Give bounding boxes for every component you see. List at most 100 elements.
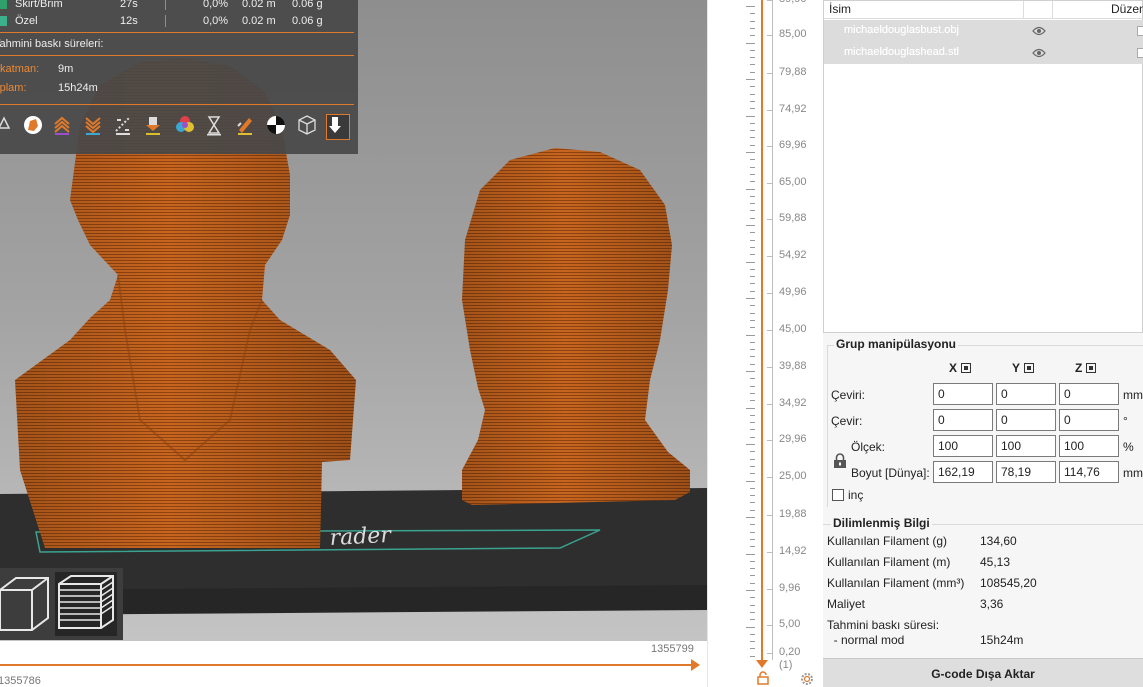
tick-label: 49,96	[779, 286, 807, 298]
layer-ruler	[772, 0, 773, 660]
tick-label: 0,20	[779, 646, 801, 658]
retractions-icon[interactable]	[143, 114, 167, 140]
tick-label: 39,88	[779, 360, 807, 372]
head-model[interactable]	[462, 148, 690, 505]
scale-unit: %	[1123, 440, 1134, 454]
layer-tick-mark	[750, 27, 755, 29]
layer-tick-mark	[746, 298, 755, 299]
layers-view-icon[interactable]	[55, 572, 117, 636]
layer-tick-mark	[750, 568, 755, 570]
rotation-x-input[interactable]	[933, 409, 993, 431]
custom-gcode-icon[interactable]	[235, 114, 259, 140]
tick-mark	[767, 293, 772, 294]
layer-tick-mark	[750, 422, 755, 424]
size-x-input[interactable]	[933, 461, 993, 483]
scale-x-input[interactable]	[933, 435, 993, 457]
layer-tick-mark	[750, 560, 755, 562]
tick-mark	[767, 477, 772, 478]
layer-slider-thumb-icon[interactable]	[756, 660, 768, 668]
legend-feature-name: Özel	[15, 15, 38, 27]
legend-separator	[165, 15, 166, 27]
svg-text:rader: rader	[329, 523, 393, 551]
pause-icon[interactable]	[204, 114, 228, 140]
layer-tick-mark	[750, 13, 755, 15]
layer-tick-mark	[750, 283, 755, 285]
scale-y-input[interactable]	[996, 435, 1056, 457]
rotation-z-input[interactable]	[1059, 409, 1119, 431]
rotation-y-input[interactable]	[996, 409, 1056, 431]
legend-panel: Skirt/Brim 27s 0,0% 0.02 m 0.06 g Özel 1…	[0, 0, 358, 154]
edit-checkbox[interactable]	[1137, 48, 1143, 58]
shell-icon[interactable]	[22, 114, 46, 140]
tick-mark	[767, 73, 772, 74]
inches-checkbox[interactable]	[832, 489, 844, 501]
tick-mark	[767, 110, 772, 111]
export-gcode-button[interactable]: G-code Dışa Aktar	[823, 658, 1143, 687]
column-separator	[1052, 1, 1053, 19]
scale-label: Ölçek:	[851, 440, 886, 454]
layer-tick-mark	[750, 363, 755, 365]
layer-tick-mark	[750, 582, 755, 584]
column-header-edit[interactable]: Düzen	[1111, 1, 1143, 17]
legend-feature-weight: 0.06 g	[292, 15, 323, 27]
bottom-layers-icon[interactable]	[83, 114, 107, 140]
scale-lock-icon[interactable]	[833, 453, 847, 472]
eye-icon[interactable]	[1032, 25, 1046, 40]
tool-marker-icon[interactable]	[326, 114, 350, 140]
object-list[interactable]: İsim Düzen michaeldouglasbust.obj michae…	[823, 0, 1143, 333]
rotation-unit: °	[1123, 414, 1128, 428]
layer-tick-mark	[750, 86, 755, 88]
size-y-input[interactable]	[996, 461, 1056, 483]
scale-z-input[interactable]	[1059, 435, 1119, 457]
tick-label: 25,00	[779, 470, 807, 482]
3d-viewport[interactable]: rader Skirt/Brim 27s 0,0% 0.02 m 0.06 g …	[0, 0, 707, 641]
hslider-right-value: 1355799	[651, 643, 694, 655]
layer-tick-mark	[750, 400, 755, 402]
gear-icon[interactable]	[800, 672, 814, 687]
size-z-input[interactable]	[1059, 461, 1119, 483]
tick-label: 85,00	[779, 28, 807, 40]
object-view-icon[interactable]	[0, 572, 54, 636]
edit-checkbox[interactable]	[1137, 26, 1143, 36]
sliced-info-key: Kullanılan Filament (m)	[827, 555, 951, 569]
sequential-slider-icon[interactable]	[113, 114, 137, 140]
hslider-thumb-icon[interactable]	[691, 659, 700, 671]
top-layers-icon[interactable]	[52, 114, 76, 140]
horizontal-move-slider[interactable]: 1355786 1355799	[0, 641, 720, 687]
tick-mark	[767, 367, 772, 368]
lock-icon[interactable]	[757, 671, 769, 687]
object-list-item[interactable]: michaeldouglashead.stl	[824, 42, 1143, 64]
axis-drop-icon[interactable]	[1024, 363, 1035, 373]
layer-slider-track[interactable]	[761, 0, 763, 664]
hslider-track[interactable]	[0, 664, 694, 666]
legend-feature-percent: 0,0%	[203, 15, 229, 27]
tick-mark	[767, 404, 772, 405]
layer-tick-mark	[750, 341, 755, 343]
size-label: Boyut [Dünya]:	[851, 466, 930, 480]
hslider-left-value: 1355786	[0, 675, 41, 687]
position-x-input[interactable]	[933, 383, 993, 405]
center-of-gravity-icon[interactable]	[265, 114, 289, 140]
layer-tick-mark	[750, 502, 755, 504]
layer-tick-mark	[750, 137, 755, 139]
shells-icon[interactable]	[296, 114, 320, 140]
position-y-input[interactable]	[996, 383, 1056, 405]
axis-drop-icon[interactable]	[1086, 363, 1097, 373]
legend-divider	[0, 55, 354, 56]
layer-tick-mark	[750, 57, 755, 59]
layer-tick-mark	[750, 495, 755, 497]
eye-icon[interactable]	[1032, 47, 1046, 62]
layer-slider[interactable]: 89,90 85,00 79,88 74,92 69,96 65,00 59,88 54,92…	[707, 0, 823, 687]
object-list-item[interactable]: michaeldouglasbust.obj	[824, 20, 1143, 42]
column-header-name[interactable]: İsim	[829, 1, 851, 17]
color-changes-icon[interactable]	[174, 114, 198, 140]
position-z-input[interactable]	[1059, 383, 1119, 405]
object-name: michaeldouglasbust.obj	[844, 24, 959, 36]
layer-tick-mark	[750, 349, 755, 351]
travel-icon[interactable]	[0, 114, 20, 140]
layer-tick-mark	[750, 312, 755, 314]
layer-tick-mark	[750, 203, 755, 205]
layer-tick-mark	[750, 64, 755, 66]
axis-drop-icon[interactable]	[961, 363, 972, 373]
tick-mark	[767, 256, 772, 257]
